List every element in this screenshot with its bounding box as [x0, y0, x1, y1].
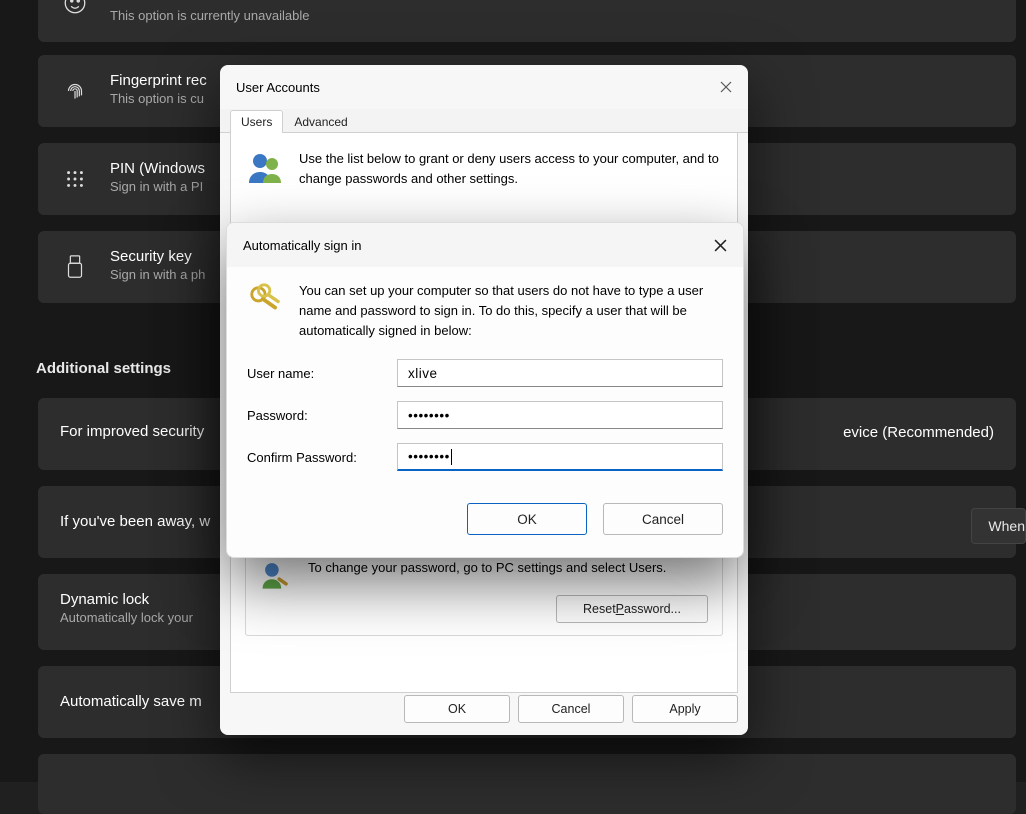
confirm-password-field[interactable]: •••••••• [397, 443, 723, 471]
dialog-tabs: Users Advanced [220, 109, 748, 133]
dialog-intro: You can set up your computer so that use… [247, 281, 723, 341]
row-label-suffix: evice (Recommended) [843, 424, 994, 441]
password-value: •••••••• [408, 408, 450, 423]
row-confirm-password: Confirm Password: •••••••• [247, 443, 723, 471]
tab-advanced[interactable]: Advanced [283, 110, 358, 133]
confirm-password-label: Confirm Password: [247, 450, 397, 465]
keys-icon [247, 281, 285, 341]
row-username: User name: xlive [247, 359, 723, 387]
face-icon [60, 0, 90, 18]
username-field[interactable]: xlive [397, 359, 723, 387]
users-icon [245, 147, 285, 190]
dialog-intro-text: Use the list below to grant or deny user… [299, 147, 723, 190]
dialog-titlebar: User Accounts [220, 65, 748, 109]
dialog-title: Automatically sign in [243, 238, 362, 253]
apply-button[interactable]: Apply [632, 695, 738, 723]
row-password: Password: •••••••• [247, 401, 723, 429]
cancel-button[interactable]: Cancel [603, 503, 723, 535]
when-button-label: When [988, 518, 1025, 534]
row-extra[interactable] [38, 754, 1016, 814]
fingerprint-icon [60, 76, 90, 106]
user-key-icon [260, 558, 294, 595]
usb-key-icon [60, 252, 90, 282]
username-value: xlive [408, 366, 438, 381]
password-field[interactable]: •••••••• [397, 401, 723, 429]
text-caret [451, 449, 452, 465]
dialog-footer: OK Cancel [227, 503, 743, 557]
ok-button[interactable]: OK [467, 503, 587, 535]
reset-password-button[interactable]: Reset Password... [556, 595, 708, 623]
dialog-body: You can set up your computer so that use… [227, 267, 743, 503]
dialog-titlebar: Automatically sign in [227, 223, 743, 267]
password-panel-text: To change your password, go to PC settin… [308, 558, 666, 578]
close-icon[interactable] [720, 81, 732, 93]
close-icon[interactable] [714, 239, 727, 252]
when-button[interactable]: When [971, 508, 1026, 544]
option-facial-recognition[interactable]: This option is currently unavailable [38, 0, 1016, 42]
ok-button[interactable]: OK [404, 695, 510, 723]
cancel-button[interactable]: Cancel [518, 695, 624, 723]
section-heading-additional: Additional settings [36, 360, 171, 377]
dialog-auto-signin: Automatically sign in You can set up you… [226, 222, 744, 558]
dialog-intro: Use the list below to grant or deny user… [245, 147, 723, 190]
confirm-password-value: •••••••• [408, 449, 450, 464]
dialog-title: User Accounts [236, 80, 320, 95]
tab-users[interactable]: Users [230, 110, 283, 133]
option-subtext: This option is currently unavailable [110, 8, 996, 25]
username-label: User name: [247, 366, 397, 381]
dialog-intro-text: You can set up your computer so that use… [299, 281, 723, 341]
password-label: Password: [247, 408, 397, 423]
keypad-icon [60, 164, 90, 194]
dialog-footer: OK Cancel Apply [230, 695, 738, 723]
